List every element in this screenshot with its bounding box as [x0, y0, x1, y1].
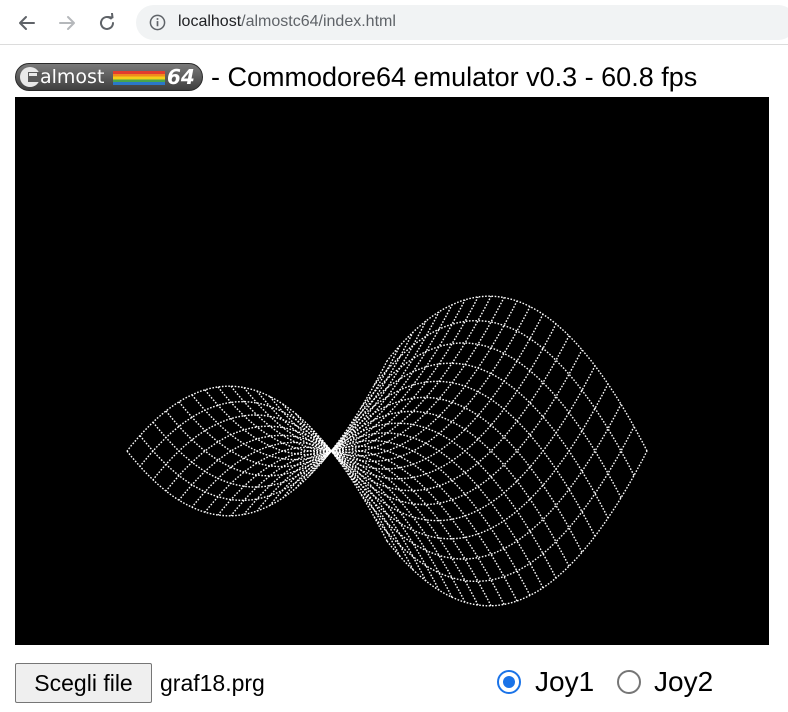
joy2-radio[interactable]: [617, 670, 641, 694]
rainbow-stripes-icon: [113, 71, 165, 85]
mesh-line: [269, 306, 531, 463]
mesh-line: [191, 304, 453, 461]
logo-number: 64: [167, 65, 195, 89]
forward-button[interactable]: [55, 11, 79, 35]
mesh-line: [191, 441, 453, 598]
mesh-line: [347, 383, 609, 540]
mesh-line: [217, 296, 479, 453]
mesh-line: [165, 425, 427, 582]
url-path: /almostc64/index.html: [241, 13, 396, 30]
back-button[interactable]: [15, 11, 39, 35]
file-name-label: graf18.prg: [160, 670, 265, 696]
mesh-line: [269, 439, 531, 596]
almost-c64-logo: almost 64: [15, 63, 203, 91]
mesh-line: [334, 380, 596, 537]
address-bar[interactable]: localhost/almostc64/index.html: [136, 5, 788, 40]
choose-file-button[interactable]: Scegli file: [15, 663, 152, 703]
info-icon[interactable]: [149, 14, 166, 31]
mesh-line: [334, 365, 596, 522]
joy1-radio[interactable]: [497, 670, 521, 694]
reload-icon: [100, 13, 114, 30]
browser-toolbar: localhost/almostc64/index.html: [0, 0, 788, 45]
mesh-line: [152, 414, 414, 571]
wireframe-surface: [126, 295, 648, 607]
arrow-left-icon: [19, 16, 35, 30]
mesh-line: [347, 362, 609, 519]
page-header: almost 64 - Commodore64 emulator v0.3 - …: [15, 61, 697, 93]
mesh-line: [321, 349, 583, 506]
url-host: localhost: [178, 13, 242, 30]
mesh-line: [204, 299, 466, 456]
emulator-screen[interactable]: [15, 97, 769, 645]
mesh-line: [360, 342, 622, 499]
joy2-label[interactable]: Joy2: [654, 666, 713, 698]
mesh-line: [230, 295, 492, 452]
joy1-label[interactable]: Joy1: [535, 666, 594, 698]
logo-text: almost: [40, 66, 105, 88]
arrow-right-icon: [59, 16, 75, 30]
mesh-line: [204, 446, 466, 603]
page-title: - Commodore64 emulator v0.3 - 60.8 fps: [211, 61, 698, 92]
reload-button[interactable]: [95, 11, 119, 35]
commodore-c-icon: [20, 67, 42, 87]
mesh-line: [139, 345, 401, 501]
mesh-line: [360, 403, 622, 560]
mesh-line: [152, 331, 414, 488]
url-text[interactable]: localhost/almostc64/index.html: [178, 13, 396, 31]
mesh-line: [165, 320, 427, 477]
